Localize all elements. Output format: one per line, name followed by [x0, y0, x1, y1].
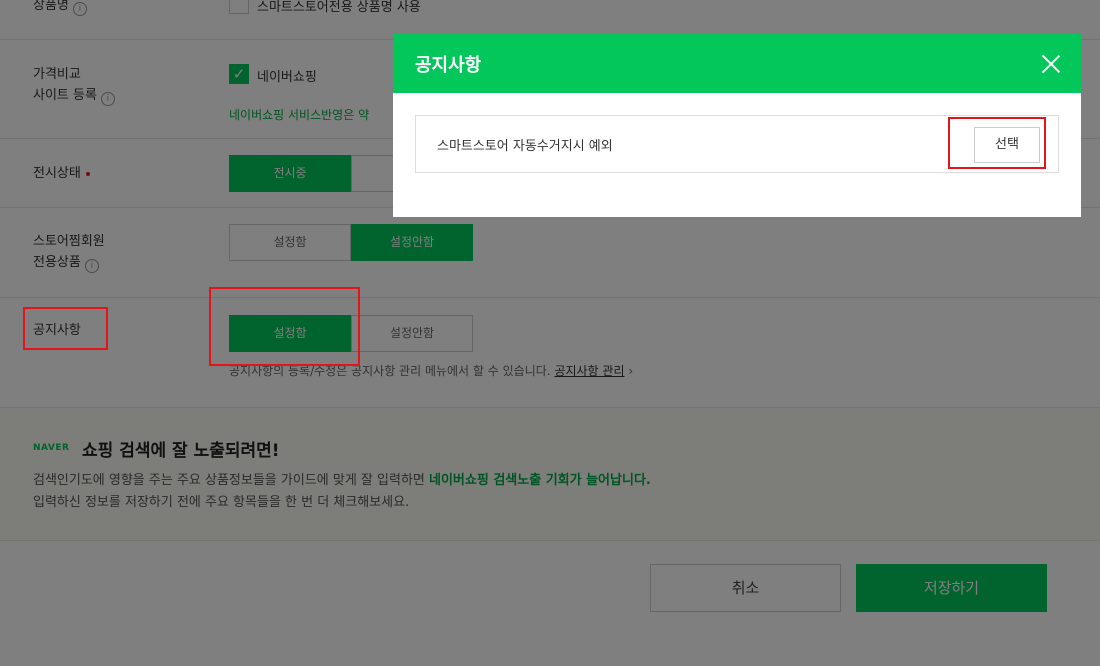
highlight-notice-label: [23, 307, 108, 350]
highlight-select-button: [948, 117, 1046, 169]
modal-item-label: 스마트스토어 자동수거지시 예외: [437, 139, 613, 154]
close-icon[interactable]: [1041, 54, 1061, 74]
highlight-notice-set-button: [209, 287, 360, 366]
modal-title: 공지사항: [415, 55, 482, 76]
modal-header: 공지사항: [393, 34, 1081, 93]
